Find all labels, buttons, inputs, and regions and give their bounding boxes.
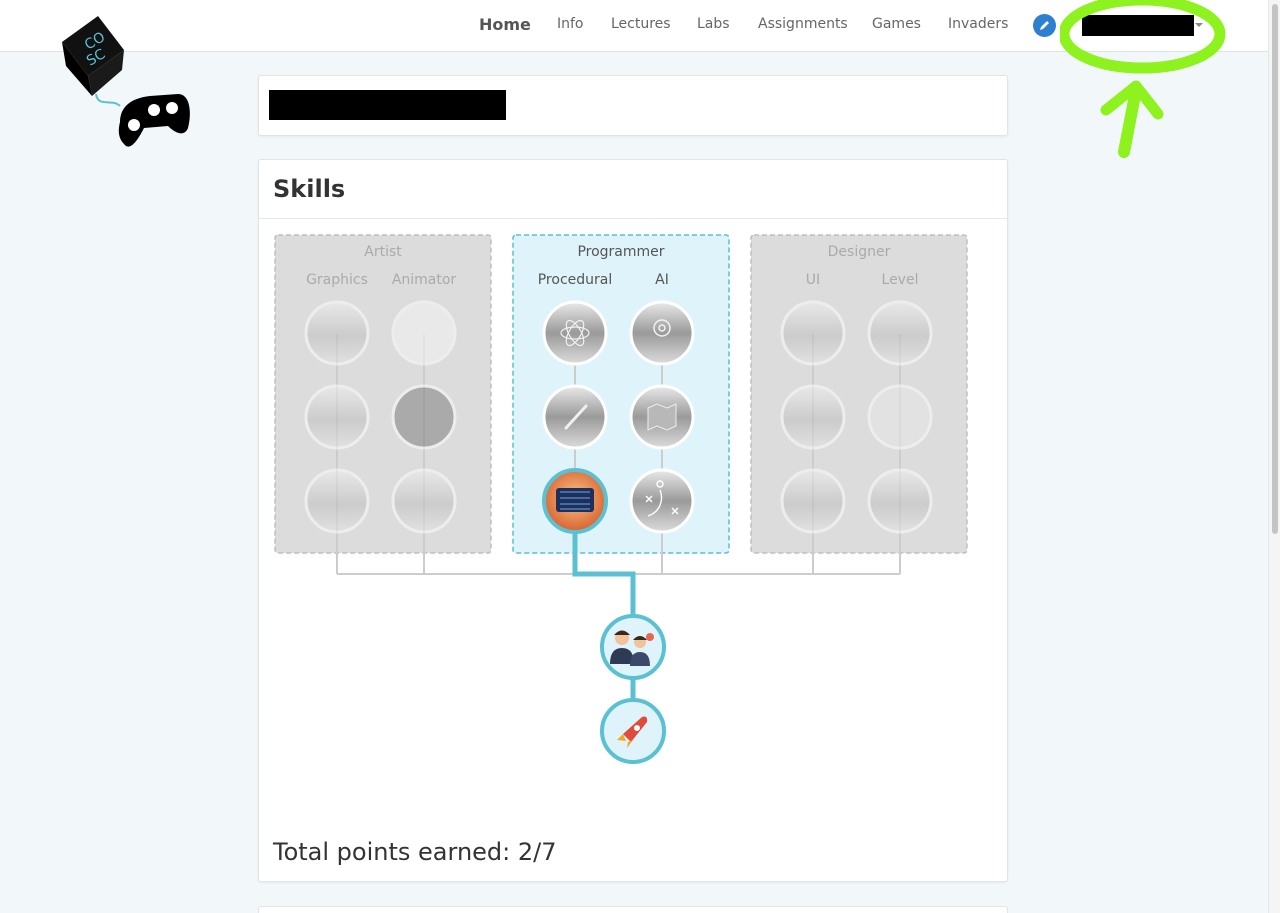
skill-node-ui-1[interactable] [780, 300, 846, 366]
skill-node-procedural-1[interactable] [542, 300, 608, 366]
skill-node-graphics-1[interactable] [304, 300, 370, 366]
skill-node-animator-2[interactable] [391, 384, 457, 450]
scrollbar[interactable] [1268, 0, 1280, 913]
skill-node-level-1[interactable] [867, 300, 933, 366]
subtrack-graphics: Graphics [306, 272, 368, 288]
skill-tree [274, 234, 968, 764]
scrollbar-thumb[interactable] [1272, 4, 1278, 534]
subtrack-ai: AI [655, 272, 669, 288]
next-panel [258, 906, 1008, 913]
skill-node-level-2[interactable] [867, 384, 933, 450]
skill-node-graphics-3[interactable] [304, 468, 370, 534]
track-title-designer: Designer [827, 244, 891, 260]
map-icon [647, 403, 677, 431]
subtrack-level: Level [881, 272, 919, 288]
skill-node-animator-3[interactable] [391, 468, 457, 534]
skill-node-ai-3[interactable] [629, 468, 695, 534]
skill-node-graphics-2[interactable] [304, 384, 370, 450]
subtrack-ui: UI [805, 272, 821, 288]
skill-node-level-3[interactable] [867, 468, 933, 534]
skill-node-ai-1[interactable] [629, 300, 695, 366]
subtrack-procedural: Procedural [537, 272, 613, 288]
skill-node-ui-2[interactable] [780, 384, 846, 450]
skill-node-ui-3[interactable] [780, 468, 846, 534]
skill-node-animator-1[interactable] [391, 300, 457, 366]
skill-node-team-earned[interactable] [600, 614, 666, 680]
track-title-programmer: Programmer [577, 244, 665, 260]
track-title-artist: Artist [364, 244, 402, 260]
subtrack-animator: Animator [391, 272, 457, 288]
